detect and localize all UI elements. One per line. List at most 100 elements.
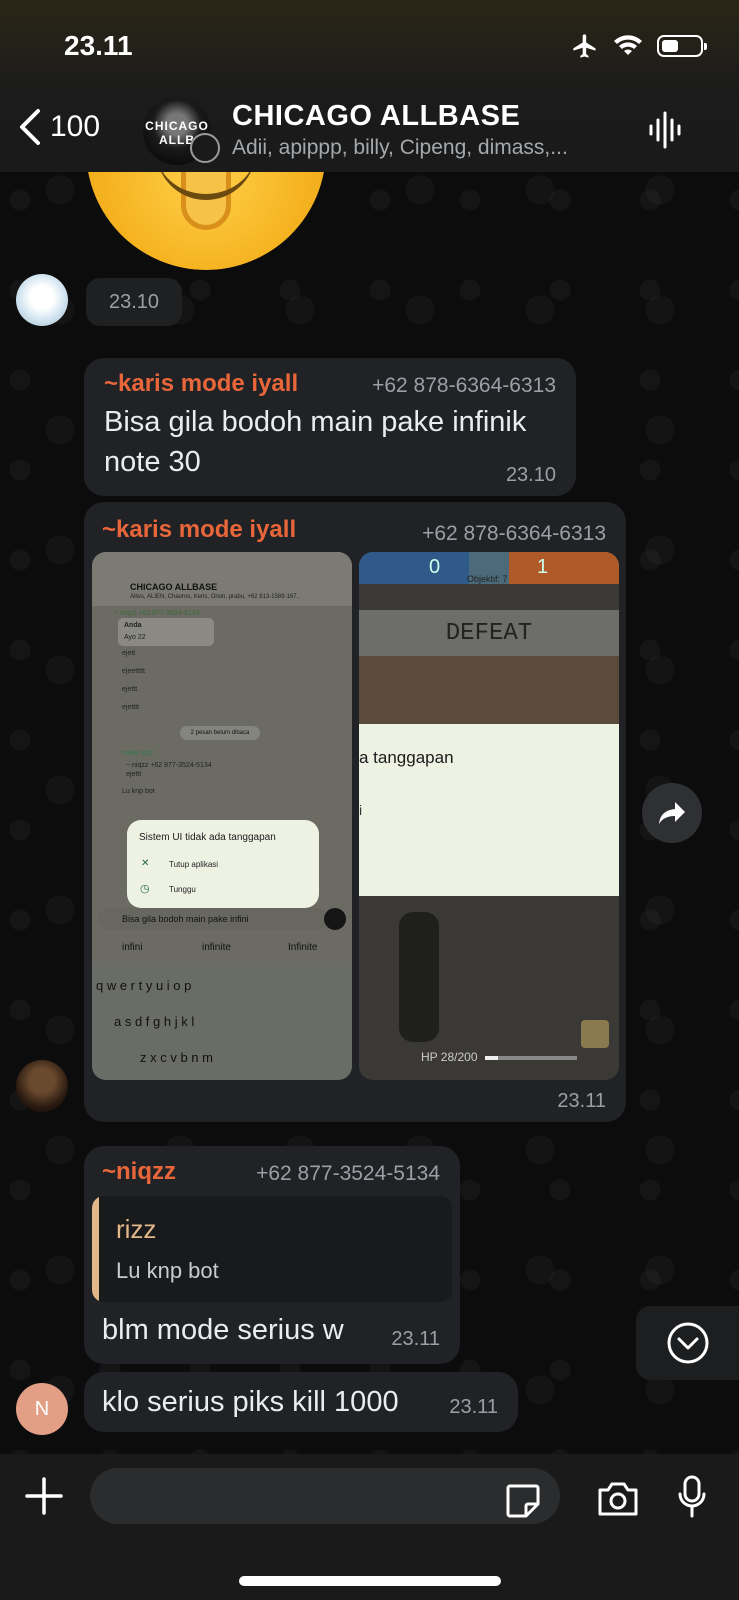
quoted-message[interactable]: rizz Lu knp bot (92, 1196, 452, 1302)
shot-chat-title: CHICAGO ALLBASE (130, 582, 218, 592)
back-button[interactable]: 100 (16, 108, 100, 146)
sender-name[interactable]: ~karis mode iyall (104, 370, 298, 398)
shot-suggestion: infinite (202, 942, 231, 953)
message-bubble[interactable]: ~karis mode iyall +62 878-6364-6313 Bisa… (84, 358, 576, 496)
scroll-to-bottom-button[interactable] (636, 1306, 739, 1380)
reply-message-bubble[interactable]: ~niqzz +62 877-3524-5134 rizz Lu knp bot… (84, 1146, 460, 1364)
status-time: 23.11 (64, 30, 133, 61)
shot-send-icon (324, 908, 346, 930)
shot-line: ejeettttt (122, 668, 145, 675)
back-chevron-icon (20, 109, 40, 145)
game-defeat-banner: DEFEAT (359, 610, 619, 656)
game-hp-text: HP 28/200 (421, 1050, 478, 1064)
forward-icon (659, 802, 685, 824)
game-objective: Objektif: 7 (467, 574, 508, 584)
home-indicator[interactable] (239, 1576, 501, 1586)
message-text: Bisa gila bodoh main pake infinik note 3… (104, 406, 527, 478)
shot-reply-name: mesin rizz (122, 750, 154, 757)
sender-avatar[interactable]: N (16, 1383, 68, 1435)
shot-line: Anda (124, 622, 142, 629)
game-scene (359, 656, 619, 724)
image-attachment-2[interactable]: 0 1 Objektif: 7 DEFEAT a tanggapan i HP … (359, 552, 619, 1080)
shot-dialog-title: Sistem UI tidak ada tanggapan (139, 832, 276, 843)
shot-line: Ayo 22 (124, 634, 146, 641)
quoted-sender: rizz (116, 1214, 157, 1244)
plus-icon[interactable] (24, 1476, 64, 1516)
game-scene-lower (359, 896, 619, 1080)
sender-phone: +62 878-6364-6313 (372, 374, 556, 397)
camera-icon[interactable] (596, 1480, 640, 1518)
shot-line: ejettt (122, 686, 138, 693)
game-team-right (509, 552, 619, 584)
sender-phone: +62 877-3524-5134 (256, 1162, 440, 1185)
shot-reply-text: Lu knp bot (122, 788, 155, 795)
image-attachment-1[interactable]: CHICAGO ALLBASE Allivs, ALIEN, Chaoros, … (92, 552, 352, 1080)
group-members[interactable]: Adii, apippp, billy, Cipeng, dimass,... (232, 136, 622, 160)
close-icon: ✕ (141, 858, 150, 869)
game-character (399, 912, 439, 1042)
shot-line: ejett (122, 650, 136, 657)
shot-chat-header: CHICAGO ALLBASE Allivs, ALIEN, Chaoros, … (92, 552, 352, 606)
message-text: klo serius piks kill 1000 (102, 1386, 399, 1418)
sender-name[interactable]: ~karis mode iyall (102, 516, 296, 544)
game-team-left (359, 552, 469, 584)
shot-anr-dialog: Sistem UI tidak ada tanggapan ✕ Tutup ap… (127, 820, 319, 908)
battery-icon (657, 35, 707, 57)
shot-input-text: Bisa gila bodoh main pake infini (122, 914, 249, 924)
forward-button[interactable] (642, 783, 702, 843)
voice-call-icon[interactable] (648, 110, 682, 150)
battery-fill (662, 40, 679, 52)
sender-name[interactable]: ~niqzz (102, 1158, 176, 1186)
game-hp-fill (485, 1056, 498, 1060)
shot-suggestion: infini (122, 942, 143, 953)
airplane-icon (573, 34, 596, 58)
shot-dialog-option: Tutup aplikasi (169, 860, 219, 869)
shot-reply-quote-text: ejettt (126, 771, 142, 778)
game-skill-icon (581, 1020, 609, 1048)
game-anr-overlay: a tanggapan i (359, 724, 619, 896)
shot-line: ejetttt (122, 704, 140, 711)
message-input[interactable] (90, 1468, 560, 1524)
sticker-timestamp: 23.10 (86, 278, 182, 326)
shot-reply-quote: ~ niqzz +62 877-3524-5134 (126, 762, 212, 769)
shot-key-row: q w e r t y u i o p (96, 978, 192, 993)
message-time: 23.10 (505, 464, 556, 486)
game-score-left: 0 (429, 556, 441, 578)
message-time: 23.11 (391, 1328, 440, 1350)
shot-input-box: Bisa gila bodoh main pake infini (98, 908, 328, 930)
shot-key-row: z x c v b n m (140, 1050, 213, 1065)
shot-chat-subtitle: Allivs, ALIEN, Chaoros, Keris, Orion, pr… (130, 594, 300, 600)
status-icons (571, 32, 707, 60)
overlay-text: a tanggapan (359, 748, 454, 767)
game-hp-bar (485, 1056, 577, 1060)
shot-key-row: a s d f g h j k l (114, 1014, 195, 1029)
message-bubble[interactable]: klo serius piks kill 1000 23.11 (84, 1372, 518, 1432)
sender-avatar[interactable] (16, 274, 68, 326)
message-time: 23.11 (557, 1090, 606, 1112)
message-text: blm mode serius w (102, 1314, 344, 1346)
shot-suggestion: Infinite (288, 942, 318, 953)
chat-header: 23.11 100 CHICAGO ALLB CHICAGO ALLBASE A… (0, 0, 739, 172)
quote-accent-bar (92, 1196, 99, 1302)
quoted-text: Lu knp bot (116, 1258, 219, 1283)
sender-avatar[interactable] (16, 1060, 68, 1112)
clock-icon: ◷ (140, 883, 150, 895)
overlay-text-fragment: i (359, 802, 363, 818)
shot-unread-divider: 2 pesan belum dibaca (180, 726, 260, 740)
sticker-icon[interactable] (504, 1482, 542, 1520)
sender-phone: +62 878-6364-6313 (422, 522, 606, 545)
wifi-icon (614, 35, 642, 55)
chevron-down-icon (667, 1322, 709, 1364)
unread-count: 100 (50, 110, 101, 143)
media-message-bubble[interactable]: ~karis mode iyall +62 878-6364-6313 CHIC… (84, 502, 626, 1122)
shot-line: ~ niqzz +62 877-3524-5134 (114, 610, 200, 617)
game-score-bar: 0 1 Objektif: 7 (359, 552, 619, 584)
shot-dialog-option: Tunggu (169, 885, 196, 894)
shot-keyboard: q w e r t y u i o p a s d f g h j k l z … (92, 962, 352, 1080)
microphone-icon[interactable] (676, 1474, 708, 1520)
disappearing-timer-icon (190, 133, 220, 163)
game-defeat-text: DEFEAT (445, 620, 533, 647)
game-score-right: 1 (537, 556, 549, 578)
group-title[interactable]: CHICAGO ALLBASE (232, 100, 520, 133)
message-time: 23.11 (449, 1396, 498, 1418)
